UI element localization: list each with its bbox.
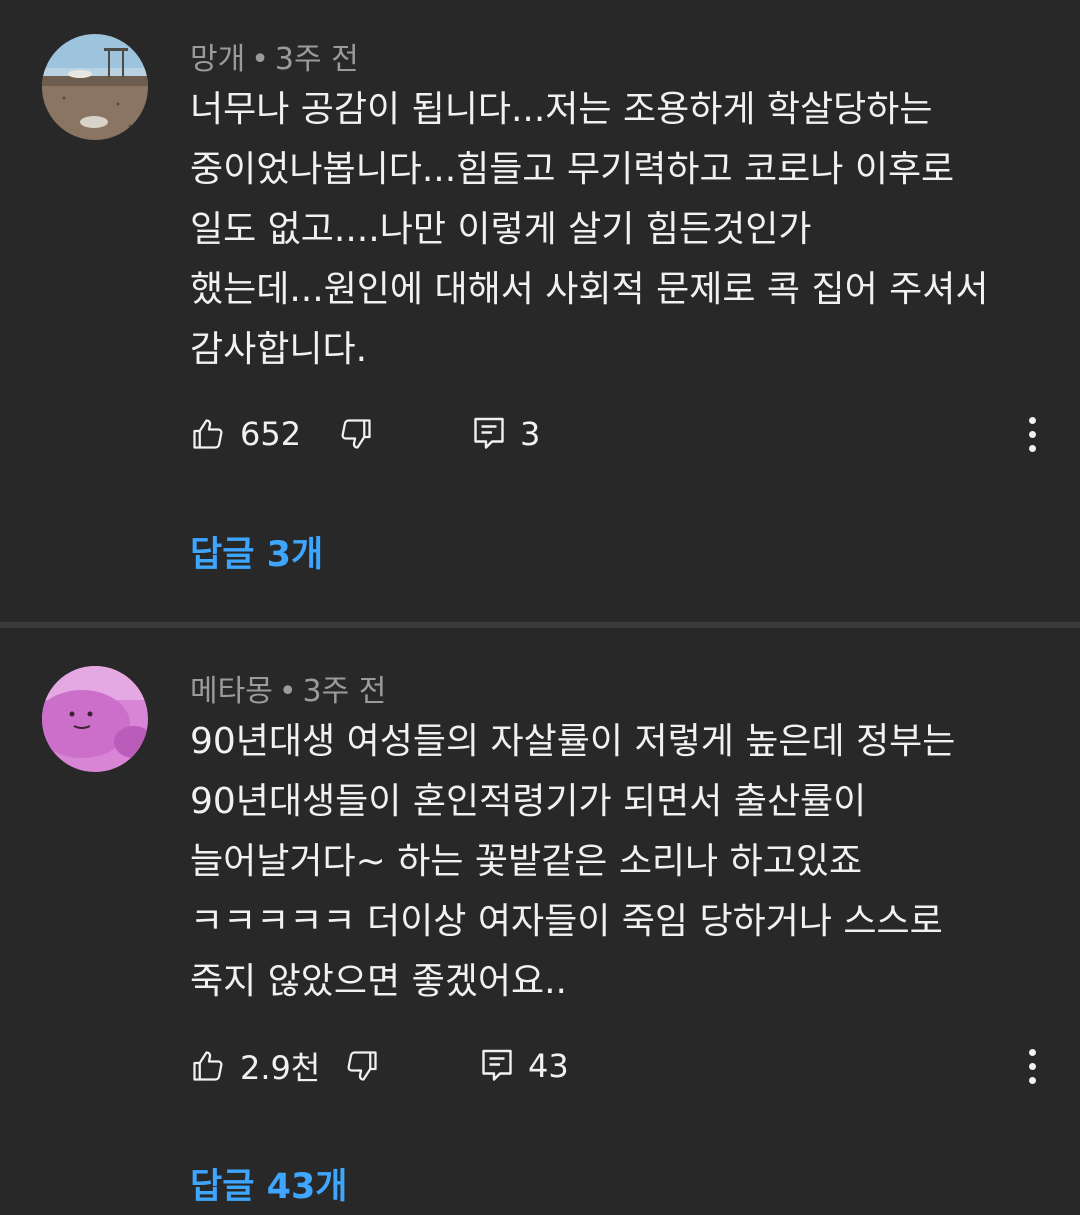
comment-text-line: ㅋㅋㅋㅋㅋ 더이상 여자들이 죽임 당하거나 스스로 bbox=[190, 901, 943, 942]
comment-text-line: 일도 없고....나만 이렇게 살기 힘든것인가 bbox=[190, 209, 812, 250]
comment-text-line: 90년대생 여성들의 자살률이 저렇게 높은데 정부는 bbox=[190, 721, 956, 762]
comment-text-line: 죽지 않았으면 좋겠어요.. bbox=[190, 961, 567, 1002]
comment-actions: 2.9천 43 bbox=[190, 1036, 1060, 1096]
more-options-button[interactable] bbox=[1022, 414, 1042, 454]
comment-text-line: 했는데...원인에 대해서 사회적 문제로 콕 집어 주셔서 bbox=[190, 269, 989, 310]
reply-button[interactable]: 43 bbox=[480, 1036, 569, 1096]
reply-count: 3 bbox=[520, 415, 541, 453]
beach-photo-avatar-icon bbox=[42, 34, 148, 140]
author-name[interactable]: 메타몽 bbox=[190, 674, 273, 709]
thumbs-up-icon bbox=[193, 419, 223, 449]
comment-text: 90년대생 여성들의 자살률이 저렇게 높은데 정부는 90년대생들이 혼인적령… bbox=[190, 712, 1050, 1012]
dislike-button[interactable] bbox=[338, 404, 374, 464]
like-count: 2.9천 bbox=[240, 1049, 321, 1087]
comment-time: 3주 전 bbox=[302, 674, 387, 709]
comment-text-line: 중이었나봅니다...힘들고 무기력하고 코로나 이후로 bbox=[190, 149, 955, 190]
comment-item: 메타몽 • 3주 전 90년대생 여성들의 자살률이 저렇게 높은데 정부는 90년… bbox=[0, 628, 1080, 1215]
comment-text-line: 늘어날거다~ 하는 꽃밭같은 소리나 하고있죠 bbox=[190, 841, 863, 882]
like-count: 652 bbox=[240, 415, 302, 453]
dislike-button[interactable] bbox=[344, 1036, 380, 1096]
reply-count: 43 bbox=[528, 1047, 569, 1085]
ditto-pink-avatar-icon bbox=[42, 666, 148, 772]
comment-actions: 652 3 bbox=[190, 404, 1060, 464]
comment-meta: 메타몽 • 3주 전 bbox=[190, 666, 386, 710]
reply-icon bbox=[474, 417, 504, 449]
thumbs-up-icon bbox=[193, 1051, 223, 1081]
like-button[interactable]: 652 bbox=[190, 404, 301, 464]
avatar[interactable] bbox=[42, 666, 148, 772]
meta-separator: • bbox=[278, 674, 297, 709]
view-replies-link[interactable]: 답글 3개 bbox=[190, 526, 323, 577]
like-button[interactable]: 2.9천 bbox=[190, 1036, 320, 1096]
comment-text-line: 90년대생들이 혼인적령기가 되면서 출산률이 bbox=[190, 781, 867, 822]
thumbs-down-icon bbox=[347, 1051, 377, 1081]
comment-text: 너무나 공감이 됩니다...저는 조용하게 학살당하는 중이었나봅니다...힘들… bbox=[190, 80, 1050, 380]
view-replies-link[interactable]: 답글 43개 bbox=[190, 1158, 348, 1209]
avatar[interactable] bbox=[42, 34, 148, 140]
reply-button[interactable]: 3 bbox=[472, 404, 540, 464]
comment-meta: 망개 • 3주 전 bbox=[190, 34, 359, 78]
meta-separator: • bbox=[251, 42, 269, 77]
thumbs-down-icon bbox=[341, 419, 371, 449]
comment-text-line: 너무나 공감이 됩니다...저는 조용하게 학살당하는 bbox=[190, 89, 933, 130]
comment-text-line: 감사합니다. bbox=[190, 329, 368, 370]
comment-item: 망개 • 3주 전 너무나 공감이 됩니다...저는 조용하게 학살당하는 중이었나… bbox=[0, 0, 1080, 622]
reply-icon bbox=[482, 1049, 512, 1081]
author-name[interactable]: 망개 bbox=[190, 42, 245, 77]
comment-time: 3주 전 bbox=[274, 42, 359, 77]
more-options-button[interactable] bbox=[1022, 1046, 1042, 1086]
